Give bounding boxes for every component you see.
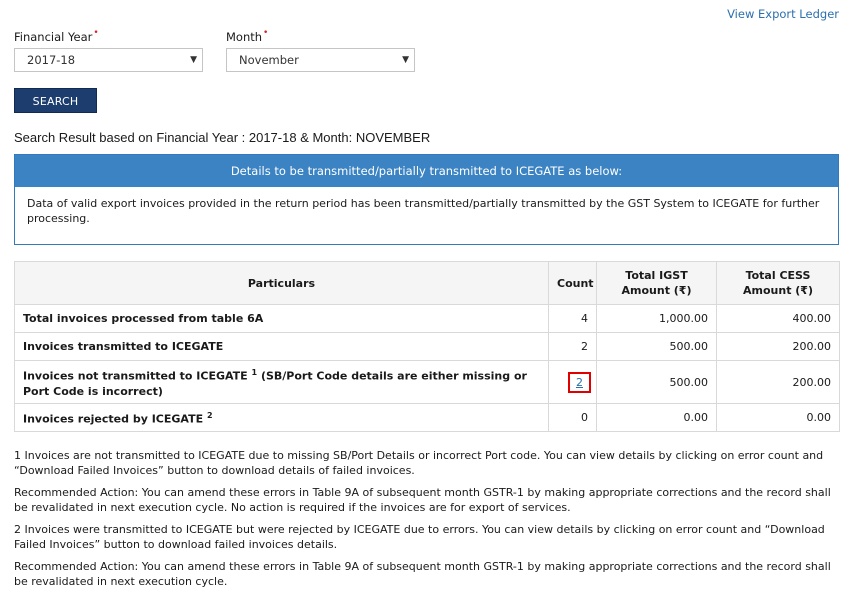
table-header-row: Particulars Count Total IGST Amount (₹) … xyxy=(14,261,840,305)
recommended-action-2: Recommended Action: You can amend these … xyxy=(14,560,831,588)
table-row: Invoices rejected by ICEGATE 2 0 0.00 0.… xyxy=(14,403,840,432)
info-panel-heading: Details to be transmitted/partially tran… xyxy=(15,155,838,187)
table-row: Total invoices processed from table 6A 4… xyxy=(14,304,840,333)
row-cess: 0.00 xyxy=(716,403,840,432)
row-count: 2 xyxy=(548,360,597,404)
row-count: 4 xyxy=(548,304,597,333)
table-row: Invoices not transmitted to ICEGATE 1 (S… xyxy=(14,360,840,404)
month-select[interactable]: November ▼ xyxy=(226,48,415,72)
row-igst: 500.00 xyxy=(596,332,717,361)
row-particulars-text-a: Invoices not transmitted to ICEGATE xyxy=(23,369,248,383)
table-row: Invoices transmitted to ICEGATE 2 500.00… xyxy=(14,332,840,361)
column-header-cess: Total CESS Amount (₹) xyxy=(716,261,840,305)
month-value: November xyxy=(239,53,299,67)
row-particulars: Invoices transmitted to ICEGATE xyxy=(14,332,549,361)
row-particulars: Total invoices processed from table 6A xyxy=(14,304,549,333)
row-count: 0 xyxy=(548,403,597,432)
chevron-down-icon: ▼ xyxy=(402,55,409,65)
month-label: Month• xyxy=(226,28,269,44)
financial-year-label-text: Financial Year xyxy=(14,30,93,44)
invoice-summary-table: Particulars Count Total IGST Amount (₹) … xyxy=(14,261,840,432)
financial-year-select[interactable]: 2017-18 ▼ xyxy=(14,48,203,72)
recommended-action-1: Recommended Action: You can amend these … xyxy=(14,486,831,514)
info-panel-body: Data of valid export invoices provided i… xyxy=(27,197,820,225)
required-marker: • xyxy=(263,28,269,38)
month-label-text: Month xyxy=(226,30,263,44)
row-particulars-text: Invoices rejected by ICEGATE xyxy=(23,412,204,426)
row-igst: 0.00 xyxy=(596,403,717,432)
row-particulars: Invoices not transmitted to ICEGATE 1 (S… xyxy=(14,360,549,404)
footnote-1: 1 Invoices are not transmitted to ICEGAT… xyxy=(14,449,824,477)
column-header-particulars: Particulars xyxy=(14,261,549,305)
view-export-ledger-link[interactable]: View Export Ledger xyxy=(727,7,839,21)
search-button[interactable]: SEARCH xyxy=(14,88,97,113)
error-count-link[interactable]: 2 xyxy=(568,371,591,393)
footnote-ref: 2 xyxy=(206,411,213,421)
row-count: 2 xyxy=(548,332,597,361)
footnotes: 1 Invoices are not transmitted to ICEGAT… xyxy=(14,448,836,596)
column-header-count: Count xyxy=(548,261,597,305)
row-igst: 1,000.00 xyxy=(596,304,717,333)
search-result-title: Search Result based on Financial Year : … xyxy=(14,130,431,145)
info-panel: Details to be transmitted/partially tran… xyxy=(14,154,839,245)
chevron-down-icon: ▼ xyxy=(190,55,197,65)
required-marker: • xyxy=(93,28,99,38)
row-cess: 200.00 xyxy=(716,360,840,404)
footnote-2: 2 Invoices were transmitted to ICEGATE b… xyxy=(14,523,825,551)
row-igst: 500.00 xyxy=(596,360,717,404)
financial-year-value: 2017-18 xyxy=(27,53,76,67)
column-header-igst: Total IGST Amount (₹) xyxy=(596,261,717,305)
row-cess: 400.00 xyxy=(716,304,840,333)
financial-year-label: Financial Year• xyxy=(14,28,99,44)
row-particulars: Invoices rejected by ICEGATE 2 xyxy=(14,403,549,432)
row-cess: 200.00 xyxy=(716,332,840,361)
